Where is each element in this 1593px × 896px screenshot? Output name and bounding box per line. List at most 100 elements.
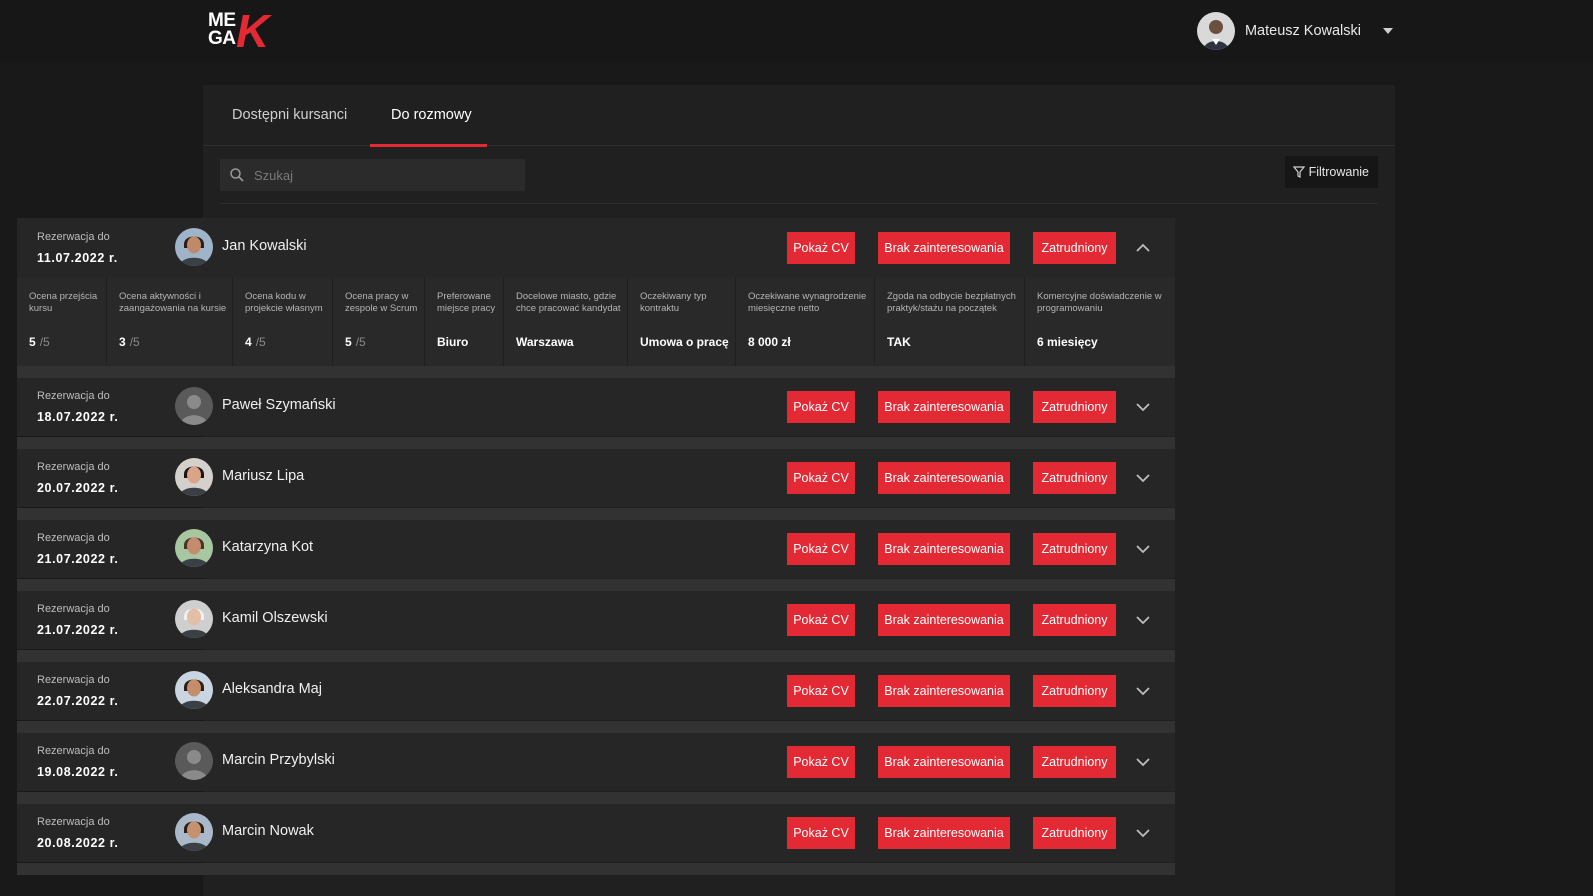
hired-button[interactable]: Zatrudniony [1033, 232, 1116, 264]
detail-denominator: /5 [355, 335, 366, 349]
tab-available-students[interactable]: Dostępni kursanci [232, 85, 347, 146]
chevron-down-icon[interactable] [1135, 825, 1151, 841]
filter-icon [1292, 166, 1305, 178]
reservation-date: 18.07.2022 r. [37, 410, 119, 424]
reservation-label: Rezerwacja do [37, 231, 110, 243]
candidate-avatar [175, 600, 213, 638]
candidate-row: Rezerwacja do 11.07.2022 r. Jan Kowalski Po… [17, 218, 1175, 277]
candidate-avatar [175, 387, 213, 425]
divider [220, 203, 1378, 204]
chevron-down-icon[interactable] [1135, 612, 1151, 628]
detail-value: 5/5 [345, 335, 366, 349]
candidate-name: Jan Kowalski [222, 238, 307, 254]
hired-button[interactable]: Zatrudniony [1033, 462, 1116, 494]
hired-button[interactable]: Zatrudniony [1033, 817, 1116, 849]
show-cv-button[interactable]: Pokaż CV [787, 746, 855, 778]
tab-to-interview[interactable]: Do rozmowy [370, 85, 487, 147]
no-interest-button[interactable]: Brak zainteresowania [878, 232, 1010, 264]
detail-value: 3/5 [119, 335, 140, 349]
show-cv-button[interactable]: Pokaż CV [787, 462, 855, 494]
show-cv-button[interactable]: Pokaż CV [787, 604, 855, 636]
detail-denominator: /5 [255, 335, 266, 349]
candidate-name: Marcin Przybylski [222, 752, 335, 768]
reservation-label: Rezerwacja do [37, 674, 110, 686]
row-separator [17, 792, 1175, 804]
hired-button[interactable]: Zatrudniony [1033, 604, 1116, 636]
row-separator [17, 650, 1175, 662]
candidate-row: Rezerwacja do 21.07.2022 r. Katarzyna Kot P… [17, 519, 1175, 578]
no-interest-button[interactable]: Brak zainteresowania [878, 462, 1010, 494]
reservation-date: 21.07.2022 r. [37, 623, 119, 637]
chevron-down-icon[interactable] [1135, 470, 1151, 486]
user-avatar [1196, 12, 1235, 50]
logo-k: K [236, 5, 270, 57]
detail-denominator: /5 [39, 335, 50, 349]
detail-header: Docelowe miasto, gdzie chce pracować kan… [516, 291, 621, 314]
search-box [220, 159, 525, 191]
detail-column: Ocena przejścia kursu 5/5 [17, 277, 107, 366]
chevron-down-icon[interactable] [1135, 754, 1151, 770]
detail-column: Ocena aktywności i zaangażowania na kurs… [107, 277, 233, 366]
no-interest-button[interactable]: Brak zainteresowania [878, 746, 1010, 778]
candidate-avatar [175, 458, 213, 496]
candidate-row: Rezerwacja do 22.07.2022 r. Aleksandra Maj… [17, 661, 1175, 720]
chevron-down-icon[interactable] [1135, 399, 1151, 415]
row-separator [17, 721, 1175, 733]
show-cv-button[interactable]: Pokaż CV [787, 817, 855, 849]
detail-header: Ocena aktywności i zaangażowania na kurs… [119, 291, 227, 314]
detail-header: Oczekiwany typ kontraktu [640, 291, 707, 314]
chevron-down-icon[interactable] [1135, 541, 1151, 557]
row-separator [17, 508, 1175, 520]
show-cv-button[interactable]: Pokaż CV [787, 675, 855, 707]
no-interest-button[interactable]: Brak zainteresowania [878, 675, 1010, 707]
candidate-name: Mariusz Lipa [222, 468, 305, 484]
candidate-avatar [175, 742, 213, 780]
detail-denominator: /5 [129, 335, 140, 349]
candidate-name: Aleksandra Maj [222, 681, 322, 697]
user-menu[interactable]: Mateusz Kowalski [1196, 12, 1393, 50]
reservation-label: Rezerwacja do [37, 390, 110, 402]
detail-header: Preferowane miejsce pracy [437, 291, 496, 314]
chevron-up-icon[interactable] [1135, 240, 1151, 256]
no-interest-button[interactable]: Brak zainteresowania [878, 604, 1010, 636]
candidate-row: Rezerwacja do 18.07.2022 r. Paweł Szymańsk… [17, 377, 1175, 436]
reservation-date: 11.07.2022 r. [37, 251, 118, 265]
reservation-label: Rezerwacja do [37, 745, 110, 757]
detail-header: Ocena przejścia kursu [29, 291, 98, 314]
chevron-down-icon[interactable] [1135, 683, 1151, 699]
candidate-row: Rezerwacja do 20.07.2022 r. Mariusz Lipa Po… [17, 448, 1175, 507]
show-cv-button[interactable]: Pokaż CV [787, 533, 855, 565]
show-cv-button[interactable]: Pokaż CV [787, 391, 855, 423]
dropdown-caret-icon[interactable] [1383, 28, 1393, 34]
detail-header: Ocena pracy w zespole w Scrum [345, 291, 418, 314]
no-interest-button[interactable]: Brak zainteresowania [878, 817, 1010, 849]
candidate-name: Marcin Nowak [222, 823, 314, 839]
no-interest-button[interactable]: Brak zainteresowania [878, 391, 1010, 423]
no-interest-button[interactable]: Brak zainteresowania [878, 533, 1010, 565]
detail-column: Preferowane miejsce pracy Biuro [425, 277, 504, 366]
detail-column: Komercyjne doświadczenie w programowaniu… [1025, 277, 1175, 366]
candidate-name: Katarzyna Kot [222, 539, 314, 555]
megak-logo[interactable]: ME GA K [208, 5, 278, 57]
detail-header: Oczekiwane wynagrodzenie miesięczne nett… [748, 291, 867, 314]
detail-column: Oczekiwany typ kontraktu Umowa o pracę [628, 277, 736, 366]
reservation-date: 22.07.2022 r. [37, 694, 119, 708]
candidate-name: Paweł Szymański [222, 397, 336, 413]
detail-value: Warszawa [516, 335, 574, 349]
candidate-details: Ocena przejścia kursu 5/5 Ocena aktywności… [17, 277, 1175, 366]
show-cv-button[interactable]: Pokaż CV [787, 232, 855, 264]
detail-column: Zgoda na odbycie bezpłatnych praktyk/sta… [875, 277, 1025, 366]
hired-button[interactable]: Zatrudniony [1033, 746, 1116, 778]
detail-column: Ocena kodu w projekcie własnym 4/5 [233, 277, 333, 366]
row-separator [17, 579, 1175, 591]
hired-button[interactable]: Zatrudniony [1033, 533, 1116, 565]
user-name: Mateusz Kowalski [1244, 23, 1361, 39]
hired-button[interactable]: Zatrudniony [1033, 391, 1116, 423]
detail-header: Zgoda na odbycie bezpłatnych praktyk/sta… [887, 291, 1016, 314]
detail-column: Oczekiwane wynagrodzenie miesięczne nett… [736, 277, 875, 366]
hired-button[interactable]: Zatrudniony [1033, 675, 1116, 707]
reservation-date: 20.08.2022 r. [37, 836, 119, 850]
search-input[interactable] [254, 159, 519, 191]
filter-button[interactable]: Filtrowanie [1284, 156, 1378, 188]
reservation-date: 21.07.2022 r. [37, 552, 119, 566]
